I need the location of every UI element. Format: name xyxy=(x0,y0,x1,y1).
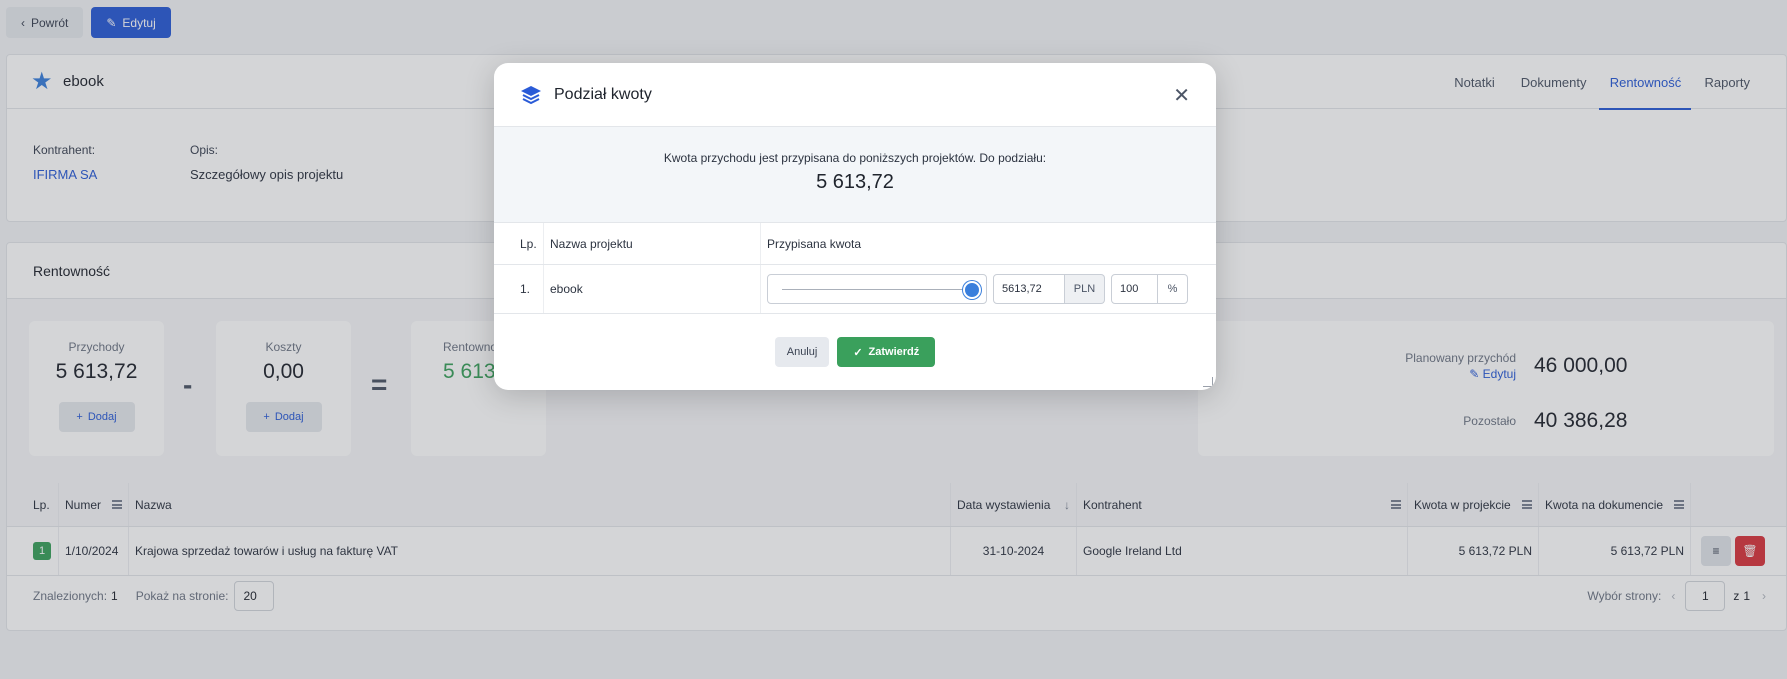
modal-header: Podział kwoty ✕ xyxy=(494,63,1216,127)
amount-group: 5613,72 PLN xyxy=(993,274,1105,304)
layers-icon xyxy=(521,85,541,104)
close-icon[interactable]: ✕ xyxy=(1173,83,1190,108)
cancel-button[interactable]: Anuluj xyxy=(774,337,830,367)
amount-slider[interactable] xyxy=(767,274,987,304)
modal-table-row: 1. ebook 5613,72 PLN 100 % xyxy=(494,265,1216,314)
percent-group: 100 % xyxy=(1111,274,1188,304)
modal-title: Podział kwoty xyxy=(554,85,652,103)
percent-input[interactable]: 100 xyxy=(1111,274,1158,304)
confirm-button[interactable]: ✓ Zatwierdź xyxy=(837,337,936,367)
modal-actions: Anuluj ✓ Zatwierdź xyxy=(494,337,1216,367)
amount-to-split: 5 613,72 xyxy=(816,171,894,193)
modal-info: Kwota przychodu jest przypisana do poniż… xyxy=(494,127,1216,223)
modal-table-header: Lp. Nazwa projektu Przypisana kwota xyxy=(494,223,1216,265)
check-icon: ✓ xyxy=(853,346,863,359)
split-amount-modal: Podział kwoty ✕ Kwota przychodu jest prz… xyxy=(494,63,1216,390)
slider-handle[interactable] xyxy=(963,281,981,299)
amount-input[interactable]: 5613,72 xyxy=(993,274,1065,304)
resize-handle[interactable] xyxy=(1203,377,1213,387)
